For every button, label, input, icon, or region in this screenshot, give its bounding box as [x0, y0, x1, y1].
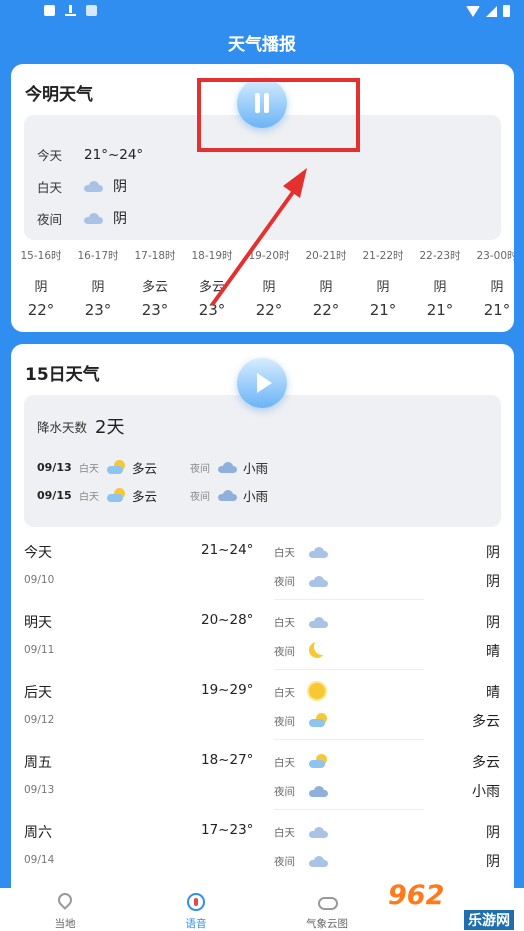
tab-label: 当地 [54, 918, 76, 930]
tab-label: 语音 [185, 918, 207, 930]
annotation-arrow [210, 168, 307, 307]
voice-icon [187, 893, 205, 911]
watermark-brand: 962 [388, 880, 445, 911]
tab-cloud-map[interactable]: 气象云图 [277, 888, 377, 931]
watermark-site: 乐游网 [464, 910, 514, 930]
watermark-suffix: .NET [452, 886, 502, 908]
cloud-map-icon [318, 897, 338, 910]
site-watermark: 962 .NET 乐游网 [388, 880, 520, 930]
tab-voice[interactable]: 语音 [146, 888, 246, 931]
location-pin-icon [55, 890, 75, 910]
tab-location-pin[interactable]: 当地 [15, 888, 115, 931]
tab-label: 气象云图 [306, 918, 348, 930]
